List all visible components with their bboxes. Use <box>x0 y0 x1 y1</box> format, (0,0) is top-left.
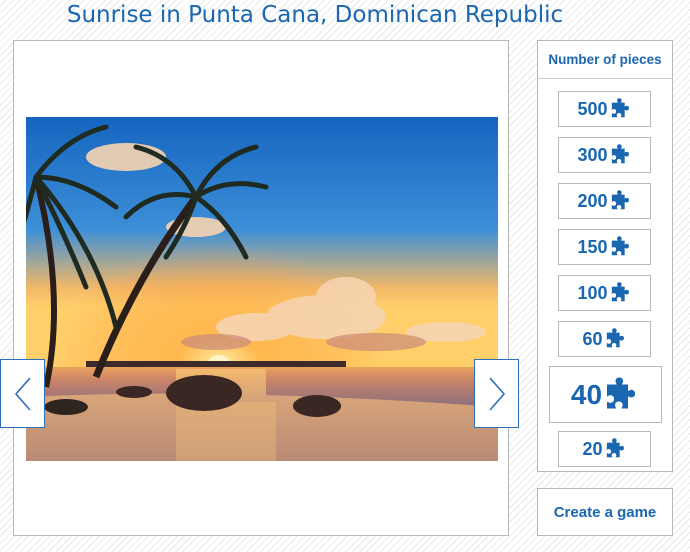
pieces-option-20[interactable]: 20 <box>558 431 651 467</box>
pieces-option-100[interactable]: 100 <box>558 275 651 311</box>
pieces-option-label: 150 <box>577 236 608 257</box>
puzzle-piece-icon <box>605 328 627 350</box>
puzzle-piece-icon <box>610 190 632 212</box>
pieces-option-40-selected[interactable]: 40 <box>549 366 662 423</box>
chevron-right-icon <box>488 376 505 411</box>
puzzle-piece-icon <box>610 236 632 258</box>
puzzle-piece-icon <box>610 144 632 166</box>
pieces-option-label: 100 <box>577 282 608 303</box>
create-game-button[interactable]: Create a game <box>537 488 673 536</box>
pieces-option-label: 20 <box>582 438 603 459</box>
puzzle-preview-area <box>13 40 509 536</box>
pieces-option-200[interactable]: 200 <box>558 183 651 219</box>
pieces-option-label: 60 <box>582 328 603 349</box>
pieces-option-300[interactable]: 300 <box>558 137 651 173</box>
pieces-option-label: 200 <box>577 190 608 211</box>
pieces-heading: Number of pieces <box>538 41 672 79</box>
puzzle-piece-icon <box>605 438 627 460</box>
pieces-panel: Number of pieces 500 300 200 150 100 60 … <box>537 40 673 472</box>
next-image-button[interactable] <box>474 359 519 428</box>
puzzle-piece-icon <box>604 377 640 413</box>
pieces-option-500[interactable]: 500 <box>558 91 651 127</box>
puzzle-piece-icon <box>610 282 632 304</box>
pieces-option-label: 300 <box>577 144 608 165</box>
previous-image-button[interactable] <box>0 359 45 428</box>
puzzle-image <box>26 117 498 461</box>
pieces-option-150[interactable]: 150 <box>558 229 651 265</box>
pieces-option-label: 500 <box>577 98 608 119</box>
pieces-option-60[interactable]: 60 <box>558 321 651 357</box>
page-title: Sunrise in Punta Cana, Dominican Republi… <box>66 2 564 28</box>
pieces-option-label: 40 <box>570 378 603 410</box>
chevron-left-icon <box>14 376 31 411</box>
puzzle-piece-icon <box>610 98 632 120</box>
